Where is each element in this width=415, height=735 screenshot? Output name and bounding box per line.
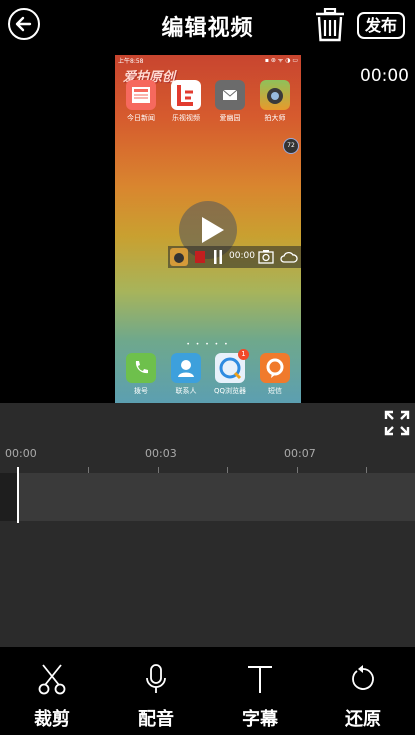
preview-time: 00:00 xyxy=(360,66,409,86)
fullscreen-button[interactable] xyxy=(384,410,410,436)
playhead[interactable] xyxy=(17,467,19,523)
dub-button[interactable]: 配音 xyxy=(104,647,208,735)
news-icon xyxy=(126,80,156,110)
camera-master-icon xyxy=(260,80,290,110)
timeline-header xyxy=(0,403,415,443)
publish-button[interactable]: 发布 xyxy=(357,12,405,39)
crop-button[interactable]: 裁剪 xyxy=(0,647,104,735)
app-label: 今日新闻 xyxy=(127,114,155,122)
track-start xyxy=(0,473,17,521)
page-indicator: • • • • • xyxy=(186,341,230,348)
page-title: 编辑视频 xyxy=(161,16,254,41)
phone-status-icons: ▪ ⊛ ᯤ ◑ ▭ xyxy=(264,57,298,64)
restore-button[interactable]: 还原 xyxy=(311,647,415,735)
letv-icon xyxy=(171,80,201,110)
app-label: 联系人 xyxy=(175,387,197,395)
notification-badge: 1 xyxy=(238,349,249,360)
trash-icon xyxy=(316,7,344,42)
record-stop-icon xyxy=(195,251,205,263)
subtitle-button[interactable]: 字幕 xyxy=(208,647,312,735)
app-label: QQ浏览器 xyxy=(213,387,247,395)
tick-label: 00:07 xyxy=(284,447,316,460)
app-label: 拨号 xyxy=(134,387,148,395)
phone-icon xyxy=(126,353,156,383)
app-label: 短信 xyxy=(268,387,282,395)
mail-icon xyxy=(215,80,245,110)
video-track[interactable] xyxy=(0,473,415,521)
pause-icon xyxy=(214,250,222,264)
play-icon xyxy=(202,217,224,243)
video-preview[interactable]: 上午8:58 ▪ ⊛ ᯤ ◑ ▭ 爱拍原创 今日新闻 乐视视频 爱幽园 拍大师 … xyxy=(115,55,301,403)
app-letv: 乐视视频 xyxy=(166,80,206,123)
contacts-icon xyxy=(171,353,201,383)
app-qq-browser: 1 QQ浏览器 xyxy=(210,349,250,396)
app-label: 乐视视频 xyxy=(172,114,200,122)
phone-status-bar: 上午8:58 ▪ ⊛ ᯤ ◑ ▭ xyxy=(115,55,301,65)
app-camera-master: 拍大师 xyxy=(255,80,295,123)
app-mail: 爱幽园 xyxy=(210,80,250,123)
app-news: 今日新闻 xyxy=(121,80,161,123)
sms-icon xyxy=(260,353,290,383)
tick-label: 00:03 xyxy=(145,447,177,460)
crop-label: 裁剪 xyxy=(34,709,70,730)
app-dialer: 拨号 xyxy=(121,353,161,396)
bottom-toolbar: 裁剪 配音 字幕 还原 xyxy=(0,647,415,735)
recorder-overlay: 00:00 xyxy=(168,246,301,268)
fullscreen-icon xyxy=(384,410,410,436)
camera-master-icon xyxy=(170,248,188,266)
top-bar: 编辑视频 发布 xyxy=(0,0,415,52)
app-contacts: 联系人 xyxy=(166,353,206,396)
dub-label: 配音 xyxy=(138,709,174,730)
restore-icon xyxy=(352,665,374,690)
text-icon xyxy=(248,666,272,693)
app-sms: 短信 xyxy=(255,353,295,396)
phone-status-time: 上午8:58 xyxy=(118,58,144,65)
subtitle-label: 字幕 xyxy=(242,709,278,730)
microphone-icon xyxy=(146,664,166,693)
app-label: 爱幽园 xyxy=(219,114,241,122)
qq-browser-icon: 1 xyxy=(215,349,249,383)
battery-badge: 72 xyxy=(283,138,299,154)
scissors-icon xyxy=(38,664,66,695)
app-label: 拍大师 xyxy=(264,114,286,122)
cloud-icon xyxy=(280,251,298,263)
restore-label: 还原 xyxy=(345,709,381,730)
camera-icon xyxy=(258,250,274,264)
delete-button[interactable] xyxy=(314,7,346,42)
tick-label: 00:00 xyxy=(5,447,37,460)
timeline[interactable]: 00:00 00:03 00:07 xyxy=(0,443,415,647)
record-time: 00:00 xyxy=(229,251,255,261)
